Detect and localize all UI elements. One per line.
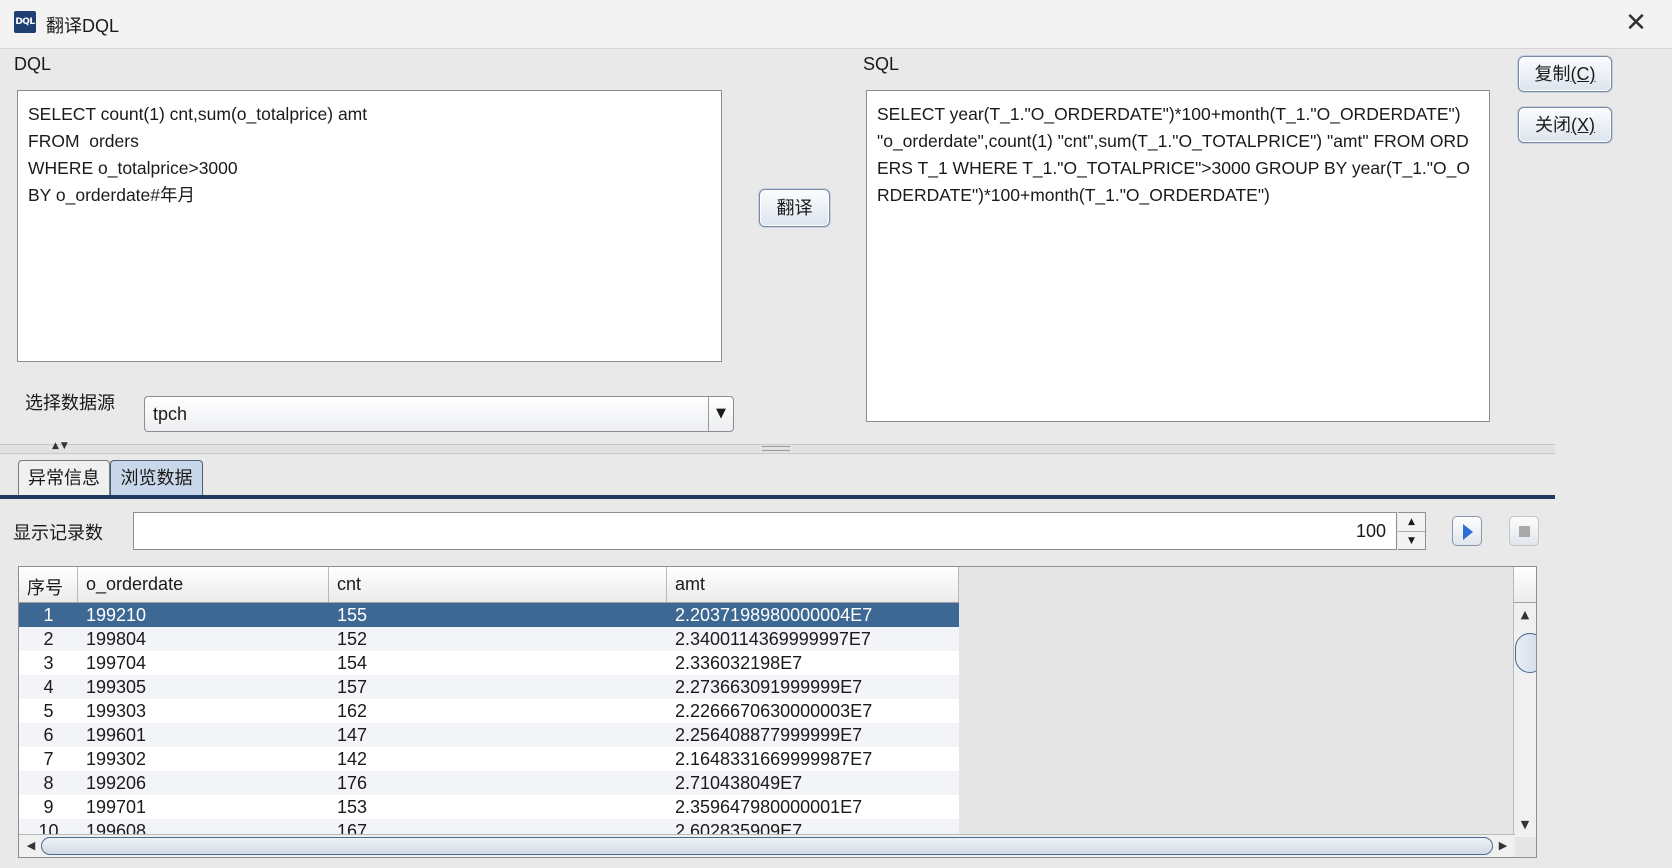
scroll-right-icon[interactable]: ▶ [1493, 835, 1513, 857]
sql-output[interactable]: SELECT year(T_1."O_ORDERDATE")*100+month… [866, 90, 1490, 422]
datasource-select[interactable]: tpch ▼ [144, 396, 734, 432]
table-cell: 154 [337, 653, 368, 673]
table-cell: 162 [337, 701, 368, 721]
datasource-value: tpch [153, 404, 188, 424]
close-shortcut: (X) [1571, 115, 1595, 135]
table-cell: 3 [43, 653, 54, 673]
table-cell: 147 [337, 725, 368, 745]
records-spinner[interactable]: ▲ ▼ [1398, 512, 1426, 550]
table-corner [1513, 567, 1536, 603]
table-cell: 9 [43, 797, 54, 817]
table-cell: 199701 [86, 797, 147, 817]
table-cell: 155 [337, 605, 368, 625]
table-cell: 2.256408877999999E7 [675, 725, 863, 745]
table-cell: 7 [43, 749, 54, 769]
table-cell: 8 [43, 773, 54, 793]
spinner-down-icon[interactable]: ▼ [1398, 532, 1425, 550]
vertical-scrollbar[interactable]: ▲ ▼ [1513, 603, 1536, 837]
scroll-left-icon[interactable]: ◀ [21, 835, 41, 857]
column-header[interactable]: amt [667, 567, 959, 602]
column-header[interactable]: 序号 [19, 567, 78, 602]
table-cell: 5 [43, 701, 54, 721]
table-cell: 176 [337, 773, 368, 793]
horizontal-scrollbar[interactable]: ◀ ▶ [19, 834, 1515, 857]
table-cell: 153 [337, 797, 368, 817]
vertical-scroll-thumb[interactable] [1515, 633, 1536, 673]
table-body: 1 199210 155 2.2037198980000004E7 2 199804 152… [19, 603, 959, 843]
horizontal-scroll-thumb[interactable] [41, 837, 1493, 855]
copy-shortcut: (C) [1570, 64, 1596, 84]
tab-browse-data-label: 浏览数据 [120, 468, 193, 488]
table-cell: 2.336032198E7 [675, 653, 803, 673]
title-bar: DQL 翻译DQL ✕ [0, 0, 1672, 49]
translate-button-label: 翻译 [776, 198, 813, 218]
splitter-grip-icon[interactable] [762, 446, 790, 451]
table-row[interactable]: 9 199701 153 2.359647980000001E7 [19, 795, 959, 819]
table-cell: 199303 [86, 701, 147, 721]
table-cell: 142 [337, 749, 368, 769]
play-icon [1463, 524, 1473, 540]
table-row[interactable]: 7 199302 142 2.1648331669999987E7 [19, 747, 959, 771]
records-label: 显示记录数 [13, 523, 103, 543]
table-cell: 199601 [86, 725, 147, 745]
table-cell: 2.273663091999999E7 [675, 677, 863, 697]
table-cell: 2.359647980000001E7 [675, 797, 863, 817]
tab-error-info[interactable]: 异常信息 [18, 460, 110, 495]
tab-error-info-label: 异常信息 [28, 468, 100, 488]
table-cell: 2.3400114369999997E7 [675, 629, 871, 649]
column-header[interactable]: cnt [329, 567, 667, 602]
table-row[interactable]: 6 199601 147 2.256408877999999E7 [19, 723, 959, 747]
run-button[interactable] [1452, 516, 1482, 546]
column-header[interactable]: o_orderdate [78, 567, 329, 602]
spinner-up-icon[interactable]: ▲ [1398, 513, 1425, 532]
tab-underline [0, 495, 1555, 499]
datasource-label: 选择数据源 [25, 393, 115, 413]
window-close-icon[interactable]: ✕ [1614, 4, 1658, 42]
table-row[interactable]: 4 199305 157 2.273663091999999E7 [19, 675, 959, 699]
table-cell: 2 [43, 629, 54, 649]
chevron-down-icon[interactable]: ▼ [708, 397, 733, 431]
stop-icon [1519, 526, 1530, 537]
table-row[interactable]: 8 199206 176 2.710438049E7 [19, 771, 959, 795]
stop-button[interactable] [1509, 516, 1539, 546]
records-input[interactable]: 100 [133, 512, 1397, 550]
table-cell: 6 [43, 725, 54, 745]
close-button[interactable]: 关闭(X) [1518, 107, 1612, 143]
scroll-up-icon[interactable]: ▲ [1514, 605, 1536, 625]
table-cell: 4 [43, 677, 54, 697]
table-cell: 2.2266670630000003E7 [675, 701, 873, 721]
table-cell: 2.710438049E7 [675, 773, 803, 793]
table-row[interactable]: 5 199303 162 2.2266670630000003E7 [19, 699, 959, 723]
window-title: 翻译DQL [46, 16, 120, 36]
table-cell: 199305 [86, 677, 147, 697]
records-value: 100 [1355, 521, 1386, 541]
scroll-down-icon[interactable]: ▼ [1514, 815, 1536, 835]
table-cell: 2.1648331669999987E7 [675, 749, 873, 769]
table-cell: 199804 [86, 629, 147, 649]
tab-browse-data[interactable]: 浏览数据 [110, 460, 203, 495]
sql-label: SQL [863, 54, 900, 74]
table-cell: 152 [337, 629, 368, 649]
table-cell: 157 [337, 677, 368, 697]
result-table[interactable]: 序号 o_orderdate cnt amt 1 199210 155 2.20371… [18, 566, 1537, 858]
table-row[interactable]: 3 199704 154 2.336032198E7 [19, 651, 959, 675]
table-row[interactable]: 1 199210 155 2.2037198980000004E7 [19, 603, 959, 627]
copy-button-label: 复制 [1534, 64, 1571, 84]
dql-editor[interactable]: SELECT count(1) cnt,sum(o_totalprice) am… [17, 90, 722, 362]
app-logo-icon: DQL [14, 11, 36, 33]
table-row[interactable]: 2 199804 152 2.3400114369999997E7 [19, 627, 959, 651]
table-header: 序号 o_orderdate cnt amt [19, 567, 959, 603]
table-cell: 2.2037198980000004E7 [675, 605, 873, 625]
splitter-arrows-icon[interactable]: ▲▼ [52, 441, 70, 451]
table-cell: 199302 [86, 749, 147, 769]
table-cell: 1 [43, 605, 54, 625]
translate-button[interactable]: 翻译 [759, 189, 830, 227]
table-cell: 199704 [86, 653, 147, 673]
copy-button[interactable]: 复制(C) [1518, 56, 1612, 92]
dql-label: DQL [14, 54, 52, 74]
table-cell: 199206 [86, 773, 147, 793]
table-cell: 199210 [86, 605, 147, 625]
close-button-label: 关闭 [1535, 115, 1571, 135]
